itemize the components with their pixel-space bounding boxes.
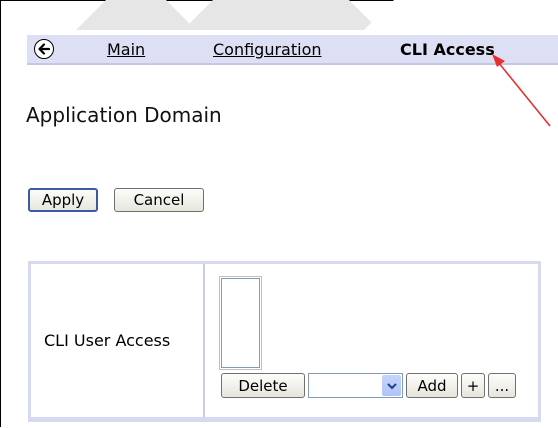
tab-configuration[interactable]: Configuration bbox=[213, 35, 322, 65]
chevron-down-icon[interactable] bbox=[382, 375, 401, 396]
cancel-button[interactable]: Cancel bbox=[114, 188, 204, 212]
back-arrow-icon[interactable] bbox=[34, 39, 54, 59]
add-button[interactable]: Add bbox=[406, 373, 458, 398]
tab-cli-access-shape bbox=[364, 0, 558, 30]
plus-button[interactable]: + bbox=[461, 373, 485, 398]
delete-button[interactable]: Delete bbox=[221, 373, 305, 398]
tab-configuration-shape bbox=[183, 0, 379, 30]
red-arrow-annotation bbox=[492, 54, 551, 127]
cli-user-access-listbox[interactable] bbox=[219, 276, 262, 370]
cli-user-access-label: CLI User Access bbox=[44, 331, 171, 350]
cli-user-select[interactable] bbox=[308, 373, 403, 398]
page-title: Application Domain bbox=[26, 103, 222, 127]
label-cell: CLI User Access bbox=[31, 264, 205, 417]
browse-button[interactable]: ... bbox=[488, 373, 516, 398]
apply-button[interactable]: Apply bbox=[28, 188, 98, 212]
tab-main[interactable]: Main bbox=[107, 35, 145, 65]
